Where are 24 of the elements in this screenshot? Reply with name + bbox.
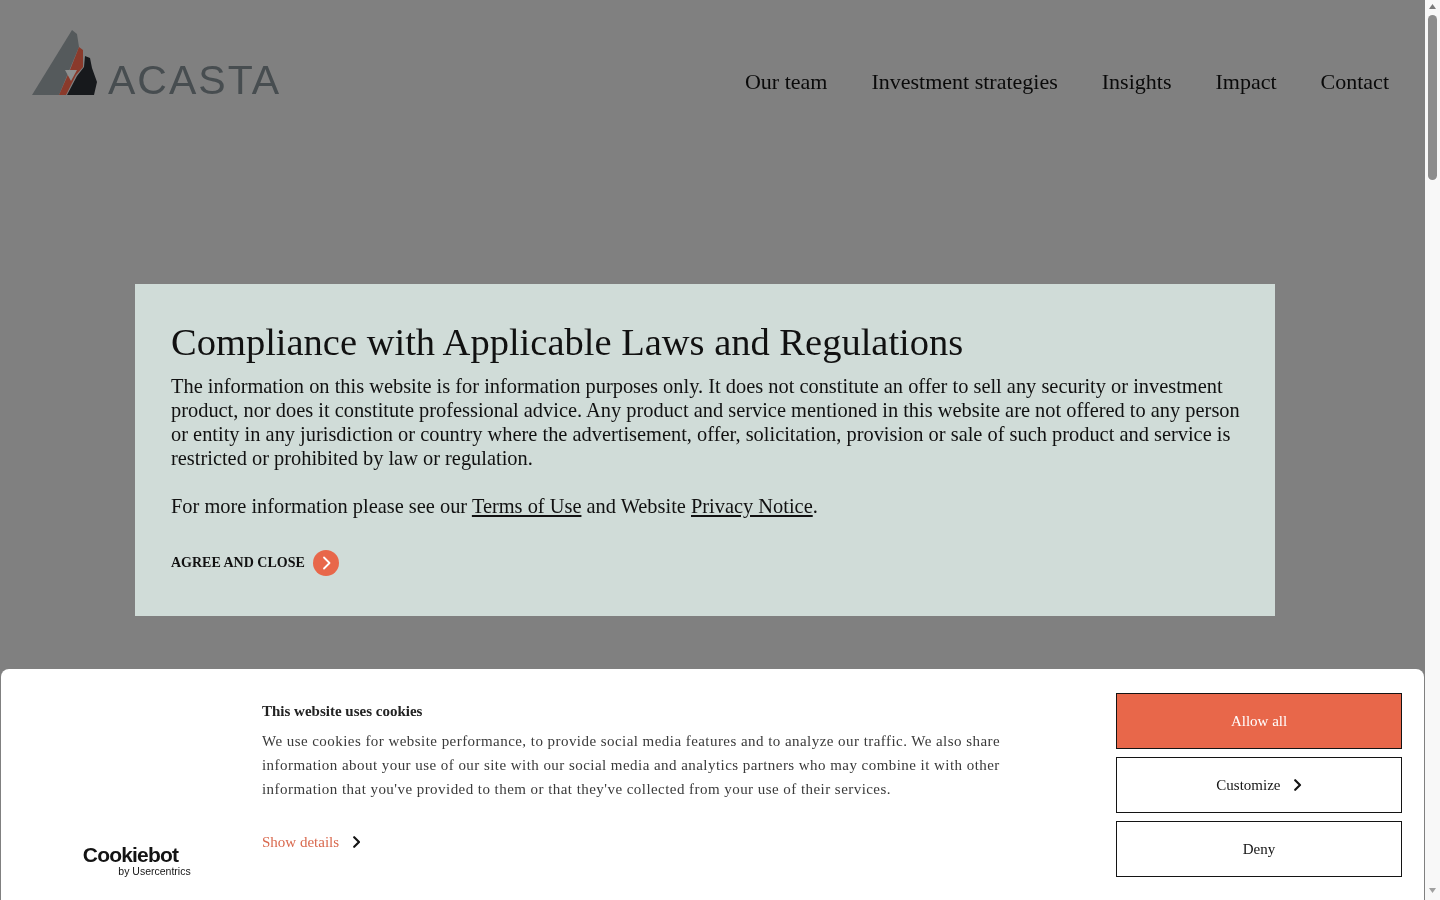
brand-byline: by Usercentrics (118, 865, 191, 877)
nav-link[interactable]: Our team (744, 68, 828, 96)
nav-link[interactable]: Insights (1101, 68, 1172, 96)
text-link[interactable]: Privacy Notice (691, 495, 813, 517)
show-details-link[interactable]: Show details (262, 832, 361, 852)
banner-title: This website uses cookies (262, 702, 424, 721)
nav-link[interactable]: Investment strategies (871, 68, 1058, 96)
nav-link[interactable]: Contact (1320, 68, 1389, 96)
nav-link[interactable]: Impact (1215, 68, 1277, 96)
more-info-text: For more information please see our Terms of Use and Website Privacy Notice. (171, 494, 819, 518)
brand-name: Cookiebot (82, 845, 179, 865)
banner-text: We use cookies for website performance, to provide social media features and to analyze our traffic. We also share information about your use of our site with our social media and analytics partners who may combine it with other information that you've provided to them or that they've collected from your use of their services. (262, 732, 1002, 799)
dialog-paragraph: The information on this website is for information purposes only. It does not constitute an offer to sell any security or investment product, nor does it constitute professional advice. Any product and service mentioned in this website are not offered to any person or entity in any jurisdiction or country where the advertisement, offer, solicitation, provision or sale of such product and service is restricted or prohibited by law or regulation. (171, 374, 1241, 470)
customize-button[interactable]: Customize (1116, 757, 1402, 813)
agree-and-close-button[interactable]: AGREE AND CLOSE (171, 550, 339, 576)
scrollbar[interactable] (1425, 0, 1440, 900)
chevron-right-icon (1294, 779, 1302, 791)
dialog-title: Compliance with Applicable Laws and Regulations (171, 320, 965, 365)
chevron-right-circle-icon (312, 550, 339, 576)
deny-button[interactable]: Deny (1116, 821, 1402, 877)
text-link[interactable]: Terms of Use (471, 495, 582, 517)
chevron-right-icon (353, 836, 361, 848)
logo-mark-icon (32, 30, 98, 95)
allow-all-button[interactable]: Allow all (1116, 693, 1402, 749)
